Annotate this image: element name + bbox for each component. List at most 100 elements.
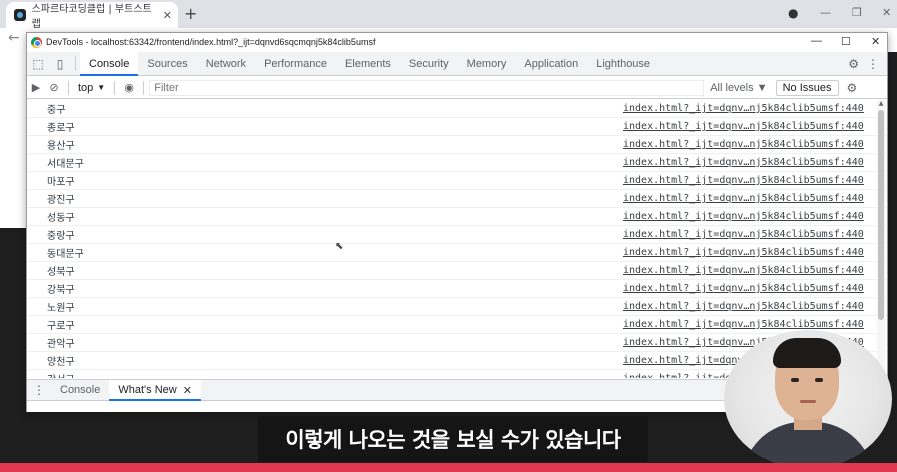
- console-log-row: 강북구 index.html?_ijt=dqnv…nj5k84clib5umsf:…: [27, 280, 887, 298]
- browser-tab[interactable]: 스파르타코딩클럽 | 부트스트랩 ✕: [6, 2, 178, 30]
- log-source-link[interactable]: index.html?_ijt=dqnv…nj5k84clib5umsf:440: [623, 103, 864, 114]
- log-source-link[interactable]: index.html?_ijt=dqnv…nj5k84clib5umsf:440: [623, 193, 864, 204]
- show-sidebar-icon[interactable]: ▶: [27, 81, 45, 94]
- tab-memory[interactable]: Memory: [458, 52, 516, 75]
- video-progress-bar[interactable]: [0, 463, 897, 472]
- log-message: 광진구: [47, 195, 75, 206]
- presenter-webcam: [724, 330, 892, 468]
- console-log-row: 서대문구 index.html?_ijt=dqnv…nj5k84clib5umsf…: [27, 154, 887, 172]
- mouse-cursor-icon: ⬉: [335, 241, 344, 252]
- drawer-menu-icon[interactable]: ⋮: [27, 380, 51, 400]
- console-log-row: 종로구 index.html?_ijt=dqnv…nj5k84clib5umsf:…: [27, 118, 887, 136]
- console-settings-gear-icon[interactable]: ⚙: [847, 81, 858, 95]
- devtools-tab-bar: ⬚ ▯ Console Sources Network Performance …: [27, 52, 887, 76]
- browser-minimize-icon[interactable]: —: [820, 6, 831, 19]
- devtools-window-title: DevTools - localhost:63342/frontend/inde…: [46, 37, 376, 47]
- presenter-mouth: [800, 400, 816, 403]
- log-levels-dropdown[interactable]: All levels ▼: [710, 82, 767, 94]
- console-log-row: 성동구 index.html?_ijt=dqnv…nj5k84clib5umsf:…: [27, 208, 887, 226]
- more-options-icon[interactable]: ⋮: [867, 57, 879, 71]
- tab-console[interactable]: Console: [80, 52, 139, 76]
- back-arrow-icon[interactable]: ←: [8, 30, 20, 46]
- clear-console-icon[interactable]: ⊘: [45, 81, 63, 94]
- device-toolbar-icon[interactable]: ▯: [49, 52, 71, 75]
- log-message: 성동구: [47, 213, 75, 224]
- log-source-link[interactable]: index.html?_ijt=dqnv…nj5k84clib5umsf:440: [623, 121, 864, 132]
- devtools-close-icon[interactable]: ✕: [871, 35, 880, 48]
- log-message: 양천구: [47, 357, 75, 368]
- live-expression-eye-icon[interactable]: ◉: [120, 81, 138, 94]
- devtools-minimize-icon[interactable]: —: [811, 35, 822, 47]
- drawer-tab-label: What's New: [118, 384, 177, 396]
- settings-gear-icon[interactable]: ⚙: [848, 57, 859, 71]
- divider: [75, 56, 76, 71]
- issues-button[interactable]: No Issues: [775, 79, 839, 96]
- context-selector[interactable]: top ▼: [74, 82, 109, 94]
- console-scrollbar[interactable]: ▲ ▼: [877, 100, 885, 378]
- chrome-icon: [31, 36, 42, 48]
- console-filter-bar: ▶ ⊘ top ▼ ◉ All levels ▼ No Issues ⚙: [27, 77, 887, 99]
- log-message: 노원구: [47, 303, 75, 314]
- scroll-up-arrow-icon[interactable]: ▲: [877, 100, 885, 107]
- inspect-element-icon[interactable]: ⬚: [27, 52, 49, 75]
- log-source-link[interactable]: index.html?_ijt=dqnv…nj5k84clib5umsf:440: [623, 283, 864, 294]
- log-source-link[interactable]: index.html?_ijt=dqnv…nj5k84clib5umsf:440: [623, 265, 864, 276]
- log-source-link[interactable]: index.html?_ijt=dqnv…nj5k84clib5umsf:440: [623, 247, 864, 258]
- tab-network[interactable]: Network: [197, 52, 255, 75]
- tab-elements[interactable]: Elements: [336, 52, 400, 75]
- browser-restore-icon[interactable]: ❐: [852, 6, 862, 19]
- console-log-row: 성북구 index.html?_ijt=dqnv…nj5k84clib5umsf:…: [27, 262, 887, 280]
- presenter-eye: [791, 378, 799, 382]
- log-message: 서대문구: [47, 159, 84, 170]
- console-log-row: 마포구 index.html?_ijt=dqnv…nj5k84clib5umsf:…: [27, 172, 887, 190]
- log-source-link[interactable]: index.html?_ijt=dqnv…nj5k84clib5umsf:440: [623, 139, 864, 150]
- console-log-row: 구로구 index.html?_ijt=dqnv…nj5k84clib5umsf:…: [27, 316, 887, 334]
- drawer-tab-console[interactable]: Console: [51, 380, 109, 400]
- console-log-row: 중랑구 index.html?_ijt=dqnv…nj5k84clib5umsf:…: [27, 226, 887, 244]
- log-source-link[interactable]: index.html?_ijt=dqnv…nj5k84clib5umsf:440: [623, 319, 864, 330]
- devtools-maximize-icon[interactable]: ☐: [841, 35, 851, 48]
- console-log-area: 중구 index.html?_ijt=dqnv…nj5k84clib5umsf:4…: [27, 100, 887, 378]
- browser-close-icon[interactable]: ✕: [882, 6, 891, 19]
- tab-performance[interactable]: Performance: [255, 52, 336, 75]
- context-label: top: [78, 81, 94, 94]
- log-message: 관악구: [47, 339, 75, 350]
- drawer-tab-whats-new[interactable]: What's New ✕: [109, 380, 201, 401]
- console-log-row: 중구 index.html?_ijt=dqnv…nj5k84clib5umsf:4…: [27, 100, 887, 118]
- log-source-link[interactable]: index.html?_ijt=dqnv…nj5k84clib5umsf:440: [623, 157, 864, 168]
- log-source-link[interactable]: index.html?_ijt=dqnv…nj5k84clib5umsf:440: [623, 211, 864, 222]
- log-message: 동대문구: [47, 249, 84, 260]
- log-message: 강서구: [47, 371, 75, 378]
- tab-close-icon[interactable]: ✕: [163, 9, 172, 22]
- profile-icon[interactable]: ●: [788, 6, 798, 20]
- filter-input[interactable]: [149, 79, 705, 96]
- log-source-link[interactable]: index.html?_ijt=dqnv…nj5k84clib5umsf:440: [623, 229, 864, 240]
- console-log-row: 동대문구 index.html?_ijt=dqnv…nj5k84clib5umsf…: [27, 244, 887, 262]
- browser-tab-bar: 스파르타코딩클럽 | 부트스트랩 ✕ + ● — ❐ ✕: [0, 0, 897, 30]
- chevron-down-icon: ▼: [97, 83, 106, 92]
- log-message: 종로구: [47, 123, 75, 134]
- presenter-eye: [815, 378, 823, 382]
- video-subtitle: 이렇게 나오는 것을 보실 수가 있습니다: [258, 416, 648, 462]
- tab-application[interactable]: Application: [515, 52, 587, 75]
- log-source-link[interactable]: index.html?_ijt=dqnv…nj5k84clib5umsf:440: [623, 175, 864, 186]
- log-message: 용산구: [47, 141, 75, 152]
- log-message: 마포구: [47, 177, 75, 188]
- divider: [143, 80, 145, 95]
- log-message: 중랑구: [47, 231, 75, 242]
- tab-security[interactable]: Security: [400, 52, 458, 75]
- tab-sources[interactable]: Sources: [138, 52, 196, 75]
- log-source-link[interactable]: index.html?_ijt=dqnv…nj5k84clib5umsf:440: [623, 301, 864, 312]
- new-tab-button[interactable]: +: [184, 4, 197, 23]
- log-message: 성북구: [47, 267, 75, 278]
- site-favicon-icon: [14, 9, 26, 21]
- log-message: 구로구: [47, 321, 75, 332]
- log-message: 중구: [47, 105, 66, 116]
- tab-lighthouse[interactable]: Lighthouse: [587, 52, 659, 75]
- devtools-titlebar: DevTools - localhost:63342/frontend/inde…: [27, 33, 887, 51]
- console-log-row: 노원구 index.html?_ijt=dqnv…nj5k84clib5umsf:…: [27, 298, 887, 316]
- presenter-hair: [773, 338, 841, 368]
- divider: [114, 80, 116, 95]
- scrollbar-thumb[interactable]: [878, 110, 884, 320]
- drawer-close-icon[interactable]: ✕: [183, 384, 192, 397]
